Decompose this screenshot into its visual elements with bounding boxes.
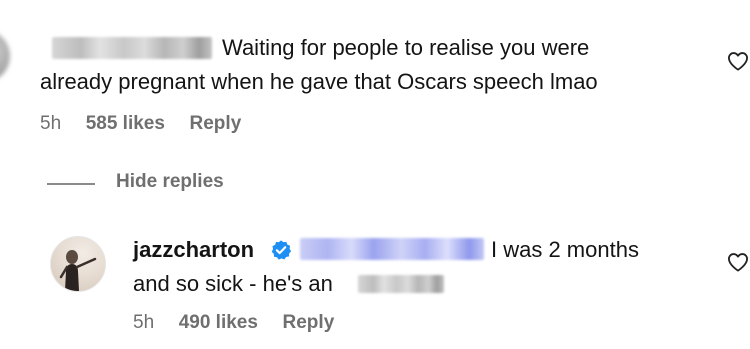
heart-icon[interactable] xyxy=(727,51,749,71)
avatar[interactable] xyxy=(50,236,106,292)
comment-text-line-2: already pregnant when he gave that Oscar… xyxy=(40,69,598,94)
reply-reply-button[interactable]: Reply xyxy=(283,312,335,333)
reply-meta: 5h 490 likes Reply xyxy=(133,312,334,334)
heart-icon[interactable] xyxy=(727,252,749,272)
redacted-username xyxy=(52,37,212,59)
reply-text-line-1: I was 2 months xyxy=(491,237,639,262)
comment-likes[interactable]: 585 likes xyxy=(86,113,165,134)
verified-icon xyxy=(270,239,292,266)
reply-username[interactable]: jazzcharton xyxy=(133,237,254,262)
reply-likes[interactable]: 490 likes xyxy=(179,312,258,333)
comment-text-line-1: Waiting for people to realise you were xyxy=(222,35,590,60)
redacted-word xyxy=(358,275,444,293)
comment-timestamp: 5h xyxy=(40,113,62,134)
reply-text-line-2-prefix: and so sick - he's an xyxy=(133,271,333,296)
reply-text-line-2: and so sick - he's an xyxy=(133,269,333,299)
hide-replies-button[interactable]: Hide replies xyxy=(116,171,224,193)
comment-reply-button[interactable]: Reply xyxy=(190,113,242,134)
comment-meta: 5h 585 likes Reply xyxy=(40,113,241,135)
commenter-avatar[interactable] xyxy=(0,30,10,82)
reply-timestamp: 5h xyxy=(133,312,155,333)
replies-divider-line xyxy=(47,183,95,185)
reply-line-1: jazzcharton xyxy=(133,235,254,265)
redacted-mention xyxy=(300,238,484,260)
person-silhouette-icon xyxy=(59,250,97,291)
